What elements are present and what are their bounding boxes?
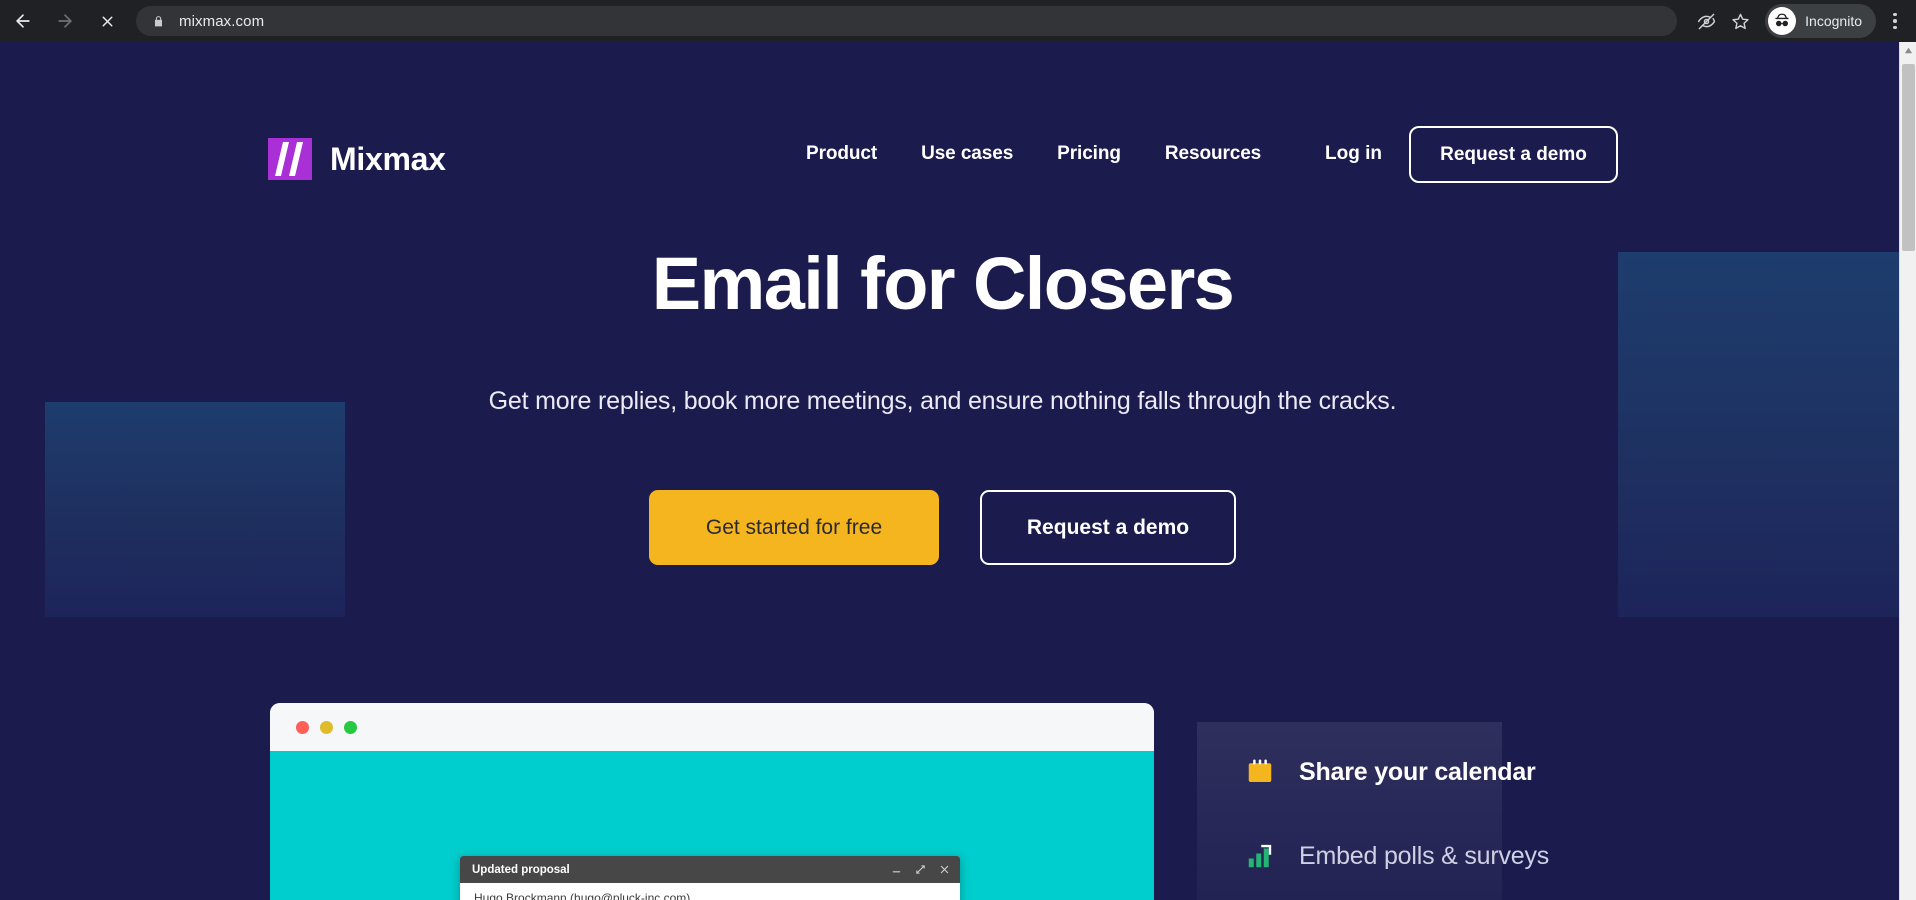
feature-item-share-your-calendar[interactable]: Share your calendar — [1243, 730, 1883, 814]
third-party-cookie-blocked-icon[interactable] — [1689, 4, 1723, 38]
feature-item-embed-polls-and-surveys[interactable]: Embed polls & surveys — [1243, 814, 1883, 898]
profile-button[interactable]: Incognito — [1765, 4, 1876, 38]
compose-window-titlebar: Updated proposal — [460, 856, 960, 883]
compose-window: Updated proposal Hugo Brockmann (hugo@pl… — [460, 856, 960, 900]
close-icon[interactable] — [939, 864, 950, 875]
close-dot[interactable] — [296, 720, 309, 734]
nav-item-use-cases[interactable]: Use cases — [921, 143, 1013, 165]
feature-label: Share your calendar — [1299, 757, 1536, 786]
lock-icon[interactable] — [152, 15, 165, 28]
header-request-demo-button[interactable]: Request a demo — [1409, 126, 1618, 183]
product-mockup: Updated proposal Hugo Brockmann (hugo@pl… — [270, 703, 1154, 900]
brand-name: Mixmax — [330, 140, 446, 177]
page-scrollbar[interactable] — [1899, 42, 1916, 900]
zoom-dot[interactable] — [344, 720, 357, 734]
get-started-button[interactable]: Get started for free — [649, 490, 939, 565]
stop-loading-icon[interactable] — [88, 2, 126, 40]
page-viewport: Mixmax Product Use cases Pricing Resourc… — [0, 42, 1916, 900]
nav-item-resources[interactable]: Resources — [1165, 143, 1261, 165]
minimize-dot[interactable] — [320, 720, 333, 734]
feature-label: Embed polls & surveys — [1299, 841, 1550, 870]
compose-window-title: Updated proposal — [472, 863, 570, 876]
scroll-up-arrow-icon[interactable] — [1900, 42, 1916, 59]
back-arrow-icon[interactable] — [4, 2, 42, 40]
profile-label: Incognito — [1805, 13, 1862, 29]
mockup-titlebar — [270, 703, 1154, 751]
star-icon[interactable] — [1723, 4, 1757, 38]
feature-list: Share your calendar Embed polls & survey… — [1243, 730, 1883, 900]
minimize-icon[interactable] — [891, 864, 902, 875]
url-text[interactable]: mixmax.com — [179, 13, 264, 30]
expand-icon[interactable] — [915, 864, 926, 875]
hero-request-demo-button[interactable]: Request a demo — [980, 490, 1236, 565]
scrollbar-thumb[interactable] — [1902, 64, 1915, 251]
browser-toolbar: mixmax.com Incognito — [0, 0, 1916, 42]
main-navigation: Product Use cases Pricing Resources — [806, 143, 1261, 165]
incognito-avatar-icon — [1768, 7, 1797, 35]
nav-item-product[interactable]: Product — [806, 143, 877, 165]
compose-recipient-field[interactable]: Hugo Brockmann (hugo@pluck-inc.com) — [460, 883, 960, 900]
login-link[interactable]: Log in — [1325, 143, 1382, 165]
mixmax-logo-icon — [268, 138, 312, 180]
mockup-canvas: Updated proposal Hugo Brockmann (hugo@pl… — [270, 751, 1154, 900]
calendar-icon — [1243, 757, 1277, 787]
hero-subtitle: Get more replies, book more meetings, an… — [488, 387, 1397, 415]
kebab-menu-icon[interactable] — [1880, 12, 1910, 30]
brand-logo[interactable]: Mixmax — [268, 138, 446, 180]
hero-cta-group: Get started for free Request a demo — [0, 490, 1885, 565]
forward-arrow-icon[interactable] — [46, 2, 84, 40]
bar-chart-icon — [1243, 841, 1277, 871]
address-bar[interactable]: mixmax.com — [136, 6, 1678, 36]
site-header: Mixmax Product Use cases Pricing Resourc… — [0, 42, 1885, 207]
hero-title: Email for Closers — [651, 242, 1235, 325]
nav-item-pricing[interactable]: Pricing — [1057, 143, 1121, 165]
